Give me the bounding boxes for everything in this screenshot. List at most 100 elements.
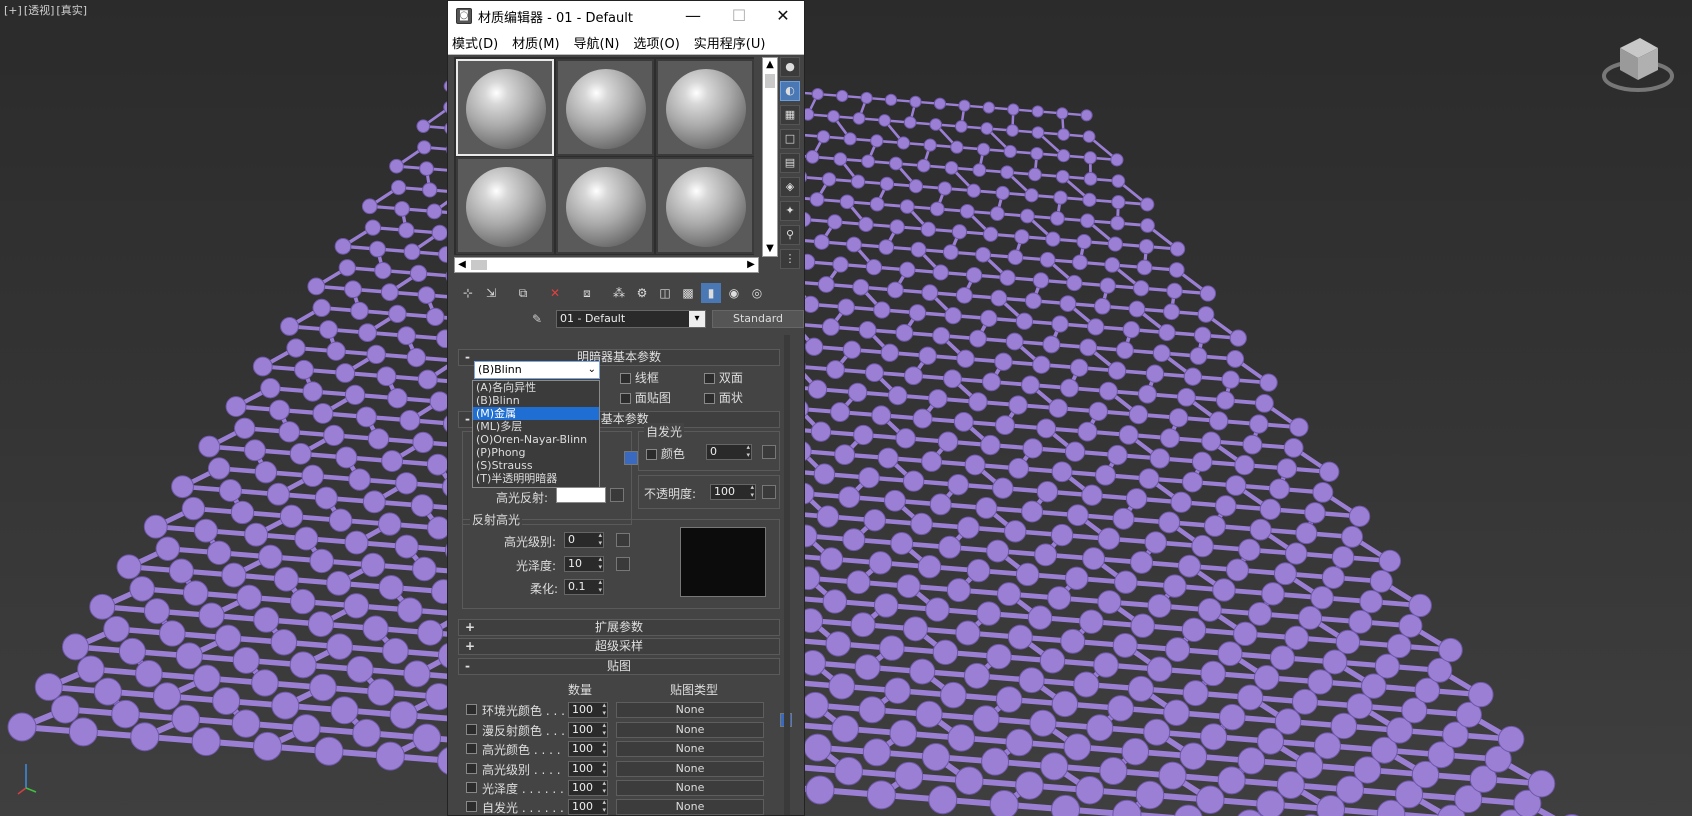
shader-option[interactable]: (S)Strauss bbox=[473, 459, 599, 472]
map-amount-spinner[interactable]: 100 bbox=[568, 798, 608, 815]
go-to-parent-icon[interactable]: ◉ bbox=[724, 283, 744, 303]
sample-slot[interactable] bbox=[556, 59, 654, 156]
scroll-thumb[interactable] bbox=[765, 74, 775, 88]
sample-slot[interactable] bbox=[456, 157, 554, 254]
options-icon[interactable]: ✦ bbox=[780, 201, 800, 221]
sample-horizontal-scrollbar[interactable]: ◀ ▶ bbox=[454, 257, 759, 273]
two-sided-checkbox[interactable] bbox=[704, 373, 715, 384]
map-amount-spinner[interactable]: 100 bbox=[568, 760, 608, 777]
scroll-left-icon[interactable]: ◀ bbox=[455, 258, 469, 272]
self-illum-color-checkbox[interactable] bbox=[646, 449, 657, 460]
map-enable-checkbox[interactable] bbox=[466, 763, 477, 774]
soften-spinner[interactable]: 0.1 bbox=[564, 578, 604, 595]
shader-option[interactable]: (A)各向异性 bbox=[473, 381, 599, 394]
eyedropper-icon[interactable]: ✎ bbox=[528, 312, 546, 326]
shader-option[interactable]: (O)Oren-Nayar-Blinn bbox=[473, 433, 599, 446]
menu-navigation[interactable]: 导航(N) bbox=[574, 33, 620, 52]
map-slot-button[interactable]: None bbox=[616, 741, 764, 757]
map-enable-checkbox[interactable] bbox=[466, 782, 477, 793]
map-amount-spinner[interactable]: 100 bbox=[568, 701, 608, 718]
maximize-button[interactable]: ☐ bbox=[716, 1, 762, 31]
viewport-menu-shading[interactable]: [真实] bbox=[56, 4, 87, 17]
faceted-checkbox[interactable] bbox=[704, 393, 715, 404]
face-map-option[interactable]: 面贴图 bbox=[620, 389, 671, 406]
specular-map-button[interactable] bbox=[610, 488, 624, 502]
assign-to-selection-icon[interactable]: ⧉ bbox=[513, 283, 533, 303]
material-id-channel-icon[interactable]: ◫ bbox=[655, 283, 675, 303]
shader-type-select[interactable]: (B)Blinn ⌄ bbox=[474, 361, 600, 379]
title-bar[interactable]: ◙ 材质编辑器 - 01 - Default — ☐ ✕ bbox=[448, 1, 804, 31]
wire-checkbox[interactable] bbox=[620, 373, 631, 384]
menu-mode[interactable]: 模式(D) bbox=[452, 33, 498, 52]
copy-material-icon[interactable]: ⧈ bbox=[577, 283, 597, 303]
shader-option-highlighted[interactable]: (M)金属 bbox=[473, 407, 599, 420]
minimize-button[interactable]: — bbox=[670, 1, 716, 31]
self-illum-map-button[interactable] bbox=[762, 445, 776, 459]
viewport-label[interactable]: [+] [透视] [真实] bbox=[4, 2, 89, 18]
faceted-option[interactable]: 面状 bbox=[704, 389, 743, 406]
put-to-scene-icon[interactable]: ⇲ bbox=[481, 283, 501, 303]
video-color-check-icon[interactable]: ▤ bbox=[780, 153, 800, 173]
close-button[interactable]: ✕ bbox=[760, 1, 804, 31]
shader-option[interactable]: (B)Blinn bbox=[473, 394, 599, 407]
opacity-map-button[interactable] bbox=[762, 485, 776, 499]
material-type-button[interactable]: Standard bbox=[712, 310, 804, 328]
go-forward-sibling-icon[interactable]: ◎ bbox=[747, 283, 767, 303]
reset-map-icon[interactable]: ✕ bbox=[545, 283, 565, 303]
make-preview-icon[interactable]: ◈ bbox=[780, 177, 800, 197]
sample-vertical-scrollbar[interactable]: ▲ ▼ bbox=[762, 57, 778, 257]
map-enable-checkbox[interactable] bbox=[466, 743, 477, 754]
map-slot-button[interactable]: None bbox=[616, 702, 764, 718]
rollout-extended-header[interactable]: + 扩展参数 bbox=[458, 619, 780, 636]
show-end-result-icon[interactable]: ▮ bbox=[701, 283, 721, 303]
wire-option[interactable]: 线框 bbox=[620, 369, 659, 386]
show-shaded-material-icon[interactable]: ▩ bbox=[678, 283, 698, 303]
two-sided-option[interactable]: 双面 bbox=[704, 369, 743, 386]
chevron-down-icon[interactable]: ▾ bbox=[689, 311, 705, 327]
scroll-right-icon[interactable]: ▶ bbox=[744, 258, 758, 272]
scroll-down-icon[interactable]: ▼ bbox=[763, 242, 777, 256]
map-slot-button[interactable]: None bbox=[616, 799, 764, 815]
opacity-spinner[interactable]: 100 bbox=[710, 483, 756, 500]
spec-level-map-button[interactable] bbox=[616, 533, 630, 547]
backlight-icon[interactable]: ◐ bbox=[780, 81, 800, 101]
viewport-menu-plus[interactable]: [+] bbox=[4, 4, 22, 17]
menu-material[interactable]: 材质(M) bbox=[512, 33, 559, 52]
gloss-spinner[interactable]: 10 bbox=[564, 555, 604, 572]
specular-color-swatch[interactable] bbox=[556, 487, 606, 503]
perspective-viewport[interactable]: [+] [透视] [真实] bbox=[0, 0, 1692, 816]
face-map-checkbox[interactable] bbox=[620, 393, 631, 404]
map-enable-checkbox[interactable] bbox=[466, 801, 477, 812]
background-checker-icon[interactable]: ▦ bbox=[780, 105, 800, 125]
map-amount-spinner[interactable]: 100 bbox=[568, 740, 608, 757]
sample-slot[interactable] bbox=[656, 157, 754, 254]
chevron-down-icon[interactable]: ⌄ bbox=[588, 362, 596, 378]
put-to-library-icon[interactable]: ⚙ bbox=[632, 283, 652, 303]
map-amount-spinner[interactable]: 100 bbox=[568, 779, 608, 796]
make-unique-icon[interactable]: ⁂ bbox=[609, 283, 629, 303]
map-enable-checkbox[interactable] bbox=[466, 704, 477, 715]
select-by-material-icon[interactable]: ⚲ bbox=[780, 225, 800, 245]
map-amount-spinner[interactable]: 100 bbox=[568, 721, 608, 738]
rollout-supersampling-header[interactable]: + 超级采样 bbox=[458, 638, 780, 655]
menu-options[interactable]: 选项(O) bbox=[633, 33, 679, 52]
map-enable-checkbox[interactable] bbox=[466, 724, 477, 735]
map-slot-button[interactable]: None bbox=[616, 722, 764, 738]
spec-level-spinner[interactable]: 0 bbox=[564, 531, 604, 548]
material-name-field[interactable]: 01 - Default ▾ bbox=[556, 310, 706, 328]
gloss-map-button[interactable] bbox=[616, 557, 630, 571]
map-slot-button[interactable]: None bbox=[616, 780, 764, 796]
sample-slot[interactable] bbox=[556, 157, 654, 254]
scroll-up-icon[interactable]: ▲ bbox=[763, 58, 777, 72]
shader-option[interactable]: (T)半透明明暗器 bbox=[473, 472, 599, 485]
viewcube-icon[interactable] bbox=[1598, 28, 1678, 98]
menu-utilities[interactable]: 实用程序(U) bbox=[694, 33, 766, 52]
rollout-maps-header[interactable]: - 贴图 bbox=[458, 658, 780, 675]
self-illum-spinner[interactable]: 0 bbox=[706, 443, 752, 460]
sample-type-icon[interactable]: ● bbox=[780, 57, 800, 77]
viewport-menu-view[interactable]: [透视] bbox=[24, 4, 55, 17]
material-navigator-icon[interactable]: ⋮ bbox=[780, 249, 800, 269]
shader-option[interactable]: (ML)多层 bbox=[473, 420, 599, 433]
shader-option[interactable]: (P)Phong bbox=[473, 446, 599, 459]
sample-slot[interactable] bbox=[656, 59, 754, 156]
